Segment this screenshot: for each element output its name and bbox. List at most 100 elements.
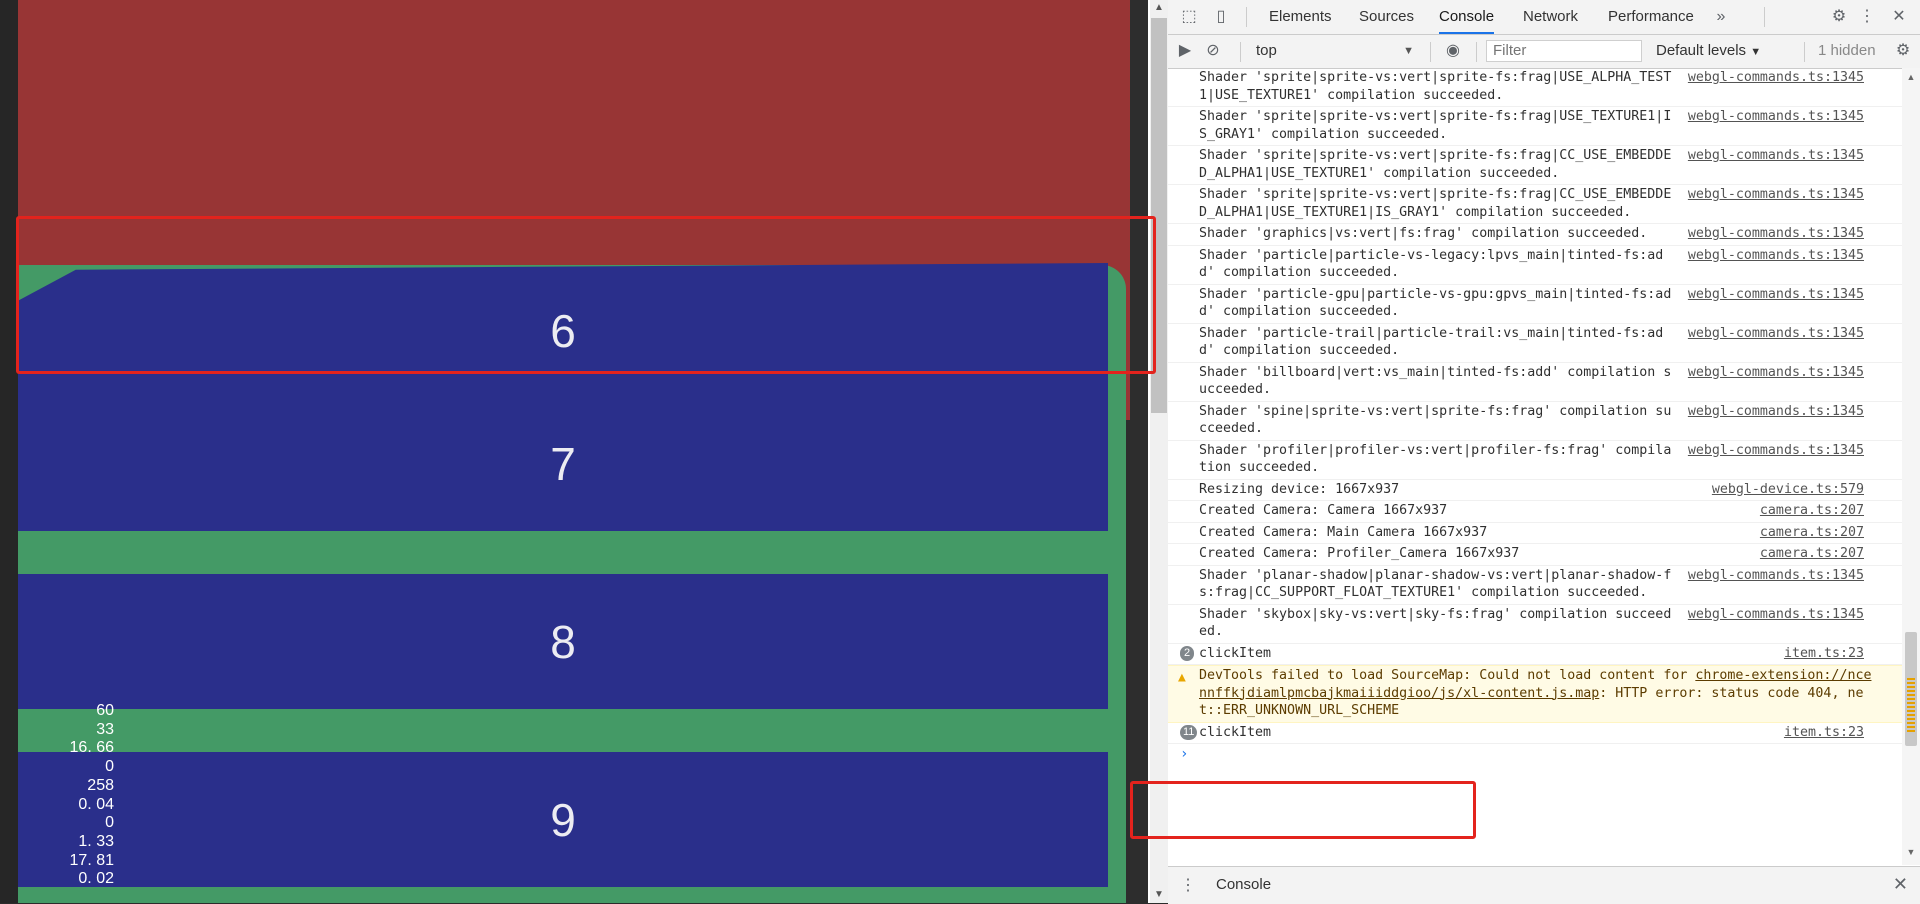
stat-value: 0. 02 — [78, 870, 114, 888]
scroll-up-icon[interactable]: ▲ — [1904, 72, 1918, 86]
divider — [1476, 42, 1477, 62]
source-link[interactable]: webgl-commands.ts:1345 — [1688, 108, 1864, 126]
close-icon[interactable]: ✕ — [1890, 8, 1908, 26]
console-message: Shader 'sprite|sprite-vs:vert|sprite-fs:… — [1168, 68, 1902, 107]
message-text: Shader 'sprite|sprite-vs:vert|sprite-fs:… — [1199, 109, 1672, 142]
inspect-element-icon[interactable]: ⬚ — [1180, 8, 1198, 26]
close-icon[interactable]: ✕ — [1893, 874, 1908, 895]
scroll-up-icon[interactable]: ▲ — [1150, 0, 1168, 16]
tab-sources[interactable]: Sources — [1359, 0, 1414, 34]
kebab-menu-icon[interactable]: ⋮ — [1180, 875, 1196, 895]
console-scrollbar[interactable]: ▲ ▼ — [1902, 68, 1920, 865]
list-item[interactable]: 7 — [18, 396, 1108, 531]
devtools-tabbar: ⬚ ▯ Elements Sources Console Network Per… — [1168, 0, 1920, 35]
divider — [1246, 7, 1247, 27]
message-text: Created Camera: Main Camera 1667x937 — [1199, 524, 1488, 540]
console-message: Shader 'profiler|profiler-vs:vert|profil… — [1168, 441, 1902, 480]
source-link[interactable]: webgl-commands.ts:1345 — [1688, 567, 1864, 585]
scroll-down-icon[interactable]: ▼ — [1904, 847, 1918, 861]
log-levels-dropdown[interactable]: Default levels ▼ — [1656, 41, 1761, 62]
device-toggle-icon[interactable]: ▯ — [1212, 8, 1230, 26]
source-link[interactable]: webgl-commands.ts:1345 — [1688, 364, 1864, 382]
clear-console-icon[interactable]: ⊘ — [1204, 42, 1222, 60]
gear-icon[interactable]: ⚙ — [1830, 8, 1848, 26]
console-drawer: ⋮ Console ✕ — [1168, 866, 1920, 904]
scrollbar-thumb[interactable] — [1151, 18, 1167, 413]
stat-value: 17. 81 — [69, 851, 114, 869]
source-link[interactable]: webgl-commands.ts:1345 — [1688, 147, 1864, 165]
source-link[interactable]: camera.ts:207 — [1760, 502, 1864, 520]
repeat-count-badge: 2 — [1180, 645, 1194, 661]
list-item[interactable]: 6 — [18, 263, 1108, 398]
gear-icon[interactable]: ⚙ — [1894, 42, 1912, 60]
message-text: Shader 'sprite|sprite-vs:vert|sprite-fs:… — [1199, 148, 1672, 181]
message-text: clickItem — [1199, 645, 1272, 661]
console-message: Shader 'planar-shadow|planar-shadow-vs:v… — [1168, 566, 1902, 605]
message-text: Shader 'particle-gpu|particle-vs-gpu:gpv… — [1199, 286, 1672, 320]
context-label: top — [1256, 42, 1277, 59]
eye-icon[interactable]: ◉ — [1444, 42, 1462, 60]
scrollbar-warning-marks — [1907, 678, 1915, 732]
source-link[interactable]: webgl-commands.ts:1345 — [1688, 325, 1864, 343]
source-link[interactable]: webgl-commands.ts:1345 — [1688, 69, 1864, 87]
scroll-down-icon[interactable]: ▼ — [1150, 887, 1168, 903]
more-tabs-icon[interactable]: » — [1712, 8, 1730, 26]
kebab-menu-icon[interactable]: ⋮ — [1858, 8, 1876, 26]
tab-network[interactable]: Network — [1523, 0, 1578, 34]
game-canvas[interactable]: 6 7 8 9 60 33 16. 66 0 258 0. 04 0 1. 33… — [0, 0, 1148, 903]
message-text: Shader 'spine|sprite-vs:vert|sprite-fs:f… — [1199, 403, 1672, 437]
stat-value: 1. 33 — [78, 832, 114, 850]
item-number: 9 — [550, 793, 576, 846]
message-text: Shader 'billboard|vert:vs_main|tinted-fs… — [1199, 364, 1672, 398]
stat-value: 0. 04 — [78, 795, 114, 813]
console-message: Shader 'sprite|sprite-vs:vert|sprite-fs:… — [1168, 107, 1902, 146]
hidden-count: 1 hidden — [1818, 42, 1876, 59]
message-text: clickItem — [1199, 724, 1272, 740]
source-link[interactable]: camera.ts:207 — [1760, 524, 1864, 542]
source-link[interactable]: webgl-commands.ts:1345 — [1688, 286, 1864, 304]
console-message: Shader 'skybox|sky-vs:vert|sky-fs:frag' … — [1168, 605, 1902, 644]
source-link[interactable]: webgl-commands.ts:1345 — [1688, 442, 1864, 460]
message-text: Shader 'sprite|sprite-vs:vert|sprite-fs:… — [1199, 187, 1672, 220]
tab-elements[interactable]: Elements — [1269, 0, 1332, 34]
console-message: Shader 'sprite|sprite-vs:vert|sprite-fs:… — [1168, 146, 1902, 185]
source-link[interactable]: item.ts:23 — [1784, 645, 1864, 663]
source-link[interactable]: item.ts:23 — [1784, 724, 1864, 742]
source-link[interactable]: camera.ts:207 — [1760, 545, 1864, 563]
drawer-tab-console[interactable]: Console — [1216, 876, 1271, 893]
sidebar-toggle-icon[interactable]: ▶ — [1176, 42, 1194, 60]
message-text: Created Camera: Profiler_Camera 1667x937 — [1199, 546, 1520, 561]
stat-value: 16. 66 — [69, 739, 114, 757]
stat-value: 0 — [105, 758, 114, 776]
console-message: Shader 'spine|sprite-vs:vert|sprite-fs:f… — [1168, 402, 1902, 441]
stat-value: 33 — [96, 720, 114, 738]
source-link[interactable]: webgl-commands.ts:1345 — [1688, 247, 1864, 265]
message-text: Shader 'particle-trail|particle-trail:vs… — [1199, 325, 1664, 359]
list-item[interactable]: 9 — [18, 752, 1108, 887]
stat-value: 60 — [96, 702, 114, 719]
tab-console[interactable]: Console — [1439, 0, 1495, 34]
console-prompt[interactable]: › — [1168, 744, 1902, 764]
context-selector[interactable]: top ▼ — [1256, 41, 1416, 61]
source-link[interactable]: webgl-commands.ts:1345 — [1688, 606, 1864, 624]
console-message: Created Camera: Profiler_Camera 1667x937… — [1168, 544, 1902, 566]
filter-input[interactable] — [1486, 40, 1642, 62]
item-number: 8 — [550, 615, 576, 668]
console-message: Shader 'particle-gpu|particle-vs-gpu:gpv… — [1168, 285, 1902, 324]
profiler-stats: 60 33 16. 66 0 258 0. 04 0 1. 33 17. 81 … — [40, 702, 114, 889]
message-text: Created Camera: Camera 1667x937 — [1199, 503, 1448, 518]
warning-text: DevTools failed to load SourceMap: Could… — [1199, 667, 1879, 720]
console-message: 11 clickItem item.ts:23 — [1168, 723, 1902, 744]
source-link[interactable]: webgl-commands.ts:1345 — [1688, 225, 1864, 243]
tab-performance[interactable]: Performance — [1608, 0, 1694, 34]
console-messages[interactable]: Shader 'sprite|sprite-vs:vert|sprite-fs:… — [1168, 68, 1902, 865]
console-message: Created Camera: Camera 1667x937 camera.ts… — [1168, 501, 1902, 523]
source-link[interactable]: webgl-commands.ts:1345 — [1688, 186, 1864, 204]
page-scrollbar[interactable]: ▲ ▼ — [1150, 0, 1168, 903]
devtools-panel: ⬚ ▯ Elements Sources Console Network Per… — [1168, 0, 1920, 904]
source-link[interactable]: webgl-commands.ts:1345 — [1688, 403, 1864, 421]
stat-value: 258 — [87, 776, 114, 794]
source-link[interactable]: webgl-device.ts:579 — [1712, 481, 1864, 499]
console-toolbar: ▶ ⊘ top ▼ ◉ Default levels ▼ 1 hidden ⚙ — [1168, 35, 1920, 69]
list-item[interactable]: 8 — [18, 574, 1108, 709]
